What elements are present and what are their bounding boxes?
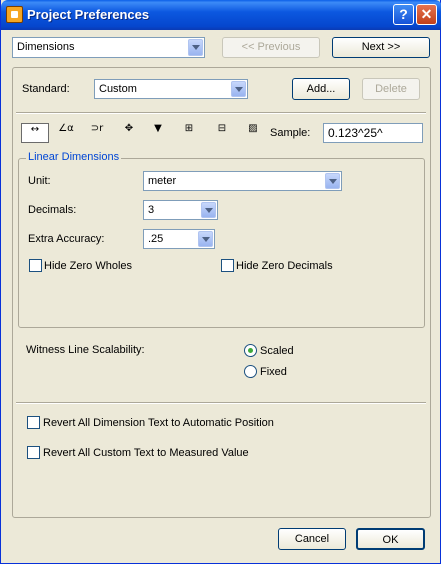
ok-button[interactable]: OK bbox=[356, 528, 425, 550]
previous-button[interactable]: << Previous bbox=[222, 37, 320, 58]
window-title: Project Preferences bbox=[27, 7, 150, 22]
area-calculation-icon[interactable]: ▨ bbox=[240, 123, 266, 143]
radial-dimension-icon[interactable]: ⊃r bbox=[83, 123, 111, 143]
fixed-radio[interactable] bbox=[244, 365, 257, 378]
extra-accuracy-select-value: .25 bbox=[148, 233, 164, 245]
unit-select-value: meter bbox=[148, 175, 177, 187]
linear-dimensions-title: Linear Dimensions bbox=[26, 151, 122, 163]
elevation-dimension-icon[interactable]: ▼ bbox=[147, 123, 169, 143]
linear-dimension-icon[interactable]: ↔ bbox=[21, 123, 49, 143]
help-button[interactable]: ? bbox=[393, 4, 414, 25]
separator bbox=[16, 402, 426, 404]
door-window-dimension-icon[interactable]: ⊞ bbox=[173, 123, 205, 143]
standard-select[interactable]: Custom bbox=[94, 79, 248, 99]
page-select-value: Dimensions bbox=[17, 41, 75, 53]
separator bbox=[16, 112, 426, 114]
sample-label: Sample: bbox=[270, 127, 311, 139]
scaled-radio[interactable] bbox=[244, 344, 257, 357]
page-select[interactable]: Dimensions bbox=[12, 37, 205, 58]
delete-button[interactable]: Delete bbox=[362, 78, 420, 100]
standard-label: Standard: bbox=[22, 83, 70, 95]
hide-zero-wholes-label[interactable]: Hide Zero Wholes bbox=[44, 260, 132, 272]
chevron-down-icon[interactable] bbox=[188, 39, 203, 56]
close-button[interactable]: ✕ bbox=[416, 4, 437, 25]
decimals-select-value: 3 bbox=[148, 204, 155, 216]
chevron-down-icon[interactable] bbox=[198, 231, 213, 247]
hide-zero-decimals-checkbox[interactable] bbox=[221, 259, 234, 272]
extra-accuracy-label: Extra Accuracy: bbox=[28, 233, 105, 245]
hide-zero-decimals-label[interactable]: Hide Zero Decimals bbox=[236, 260, 333, 272]
extra-accuracy-select[interactable]: .25 bbox=[143, 229, 215, 249]
sill-height-icon[interactable]: ⊟ bbox=[207, 123, 237, 143]
unit-select[interactable]: meter bbox=[143, 171, 342, 191]
sample-field: 0.123^25^ bbox=[323, 123, 423, 143]
level-dimension-icon[interactable]: ✥ bbox=[116, 123, 142, 143]
decimals-label: Decimals: bbox=[28, 204, 77, 216]
revert-custom-text-checkbox[interactable] bbox=[27, 446, 40, 459]
title-bar[interactable]: Project Preferences ? ✕ bbox=[1, 0, 441, 30]
angle-dimension-icon[interactable]: ∠α bbox=[53, 123, 79, 143]
fixed-label[interactable]: Fixed bbox=[260, 366, 287, 378]
project-preferences-dialog: Project Preferences ? ✕ Dimensions << Pr… bbox=[0, 0, 441, 564]
cancel-button[interactable]: Cancel bbox=[278, 528, 346, 550]
next-button[interactable]: Next >> bbox=[332, 37, 430, 58]
revert-position-checkbox[interactable] bbox=[27, 416, 40, 429]
add-button[interactable]: Add... bbox=[292, 78, 350, 100]
app-icon bbox=[6, 6, 23, 23]
decimals-select[interactable]: 3 bbox=[143, 200, 218, 220]
standard-select-value: Custom bbox=[99, 83, 137, 95]
hide-zero-wholes-checkbox[interactable] bbox=[29, 259, 42, 272]
unit-label: Unit: bbox=[28, 175, 51, 187]
witness-line-label: Witness Line Scalability: bbox=[26, 344, 145, 356]
revert-custom-text-label[interactable]: Revert All Custom Text to Measured Value bbox=[43, 447, 249, 459]
chevron-down-icon[interactable] bbox=[231, 81, 246, 97]
chevron-down-icon[interactable] bbox=[325, 173, 340, 189]
scaled-label[interactable]: Scaled bbox=[260, 345, 294, 357]
chevron-down-icon[interactable] bbox=[201, 202, 216, 218]
sample-value: 0.123^25^ bbox=[328, 126, 383, 140]
revert-position-label[interactable]: Revert All Dimension Text to Automatic P… bbox=[43, 417, 274, 429]
